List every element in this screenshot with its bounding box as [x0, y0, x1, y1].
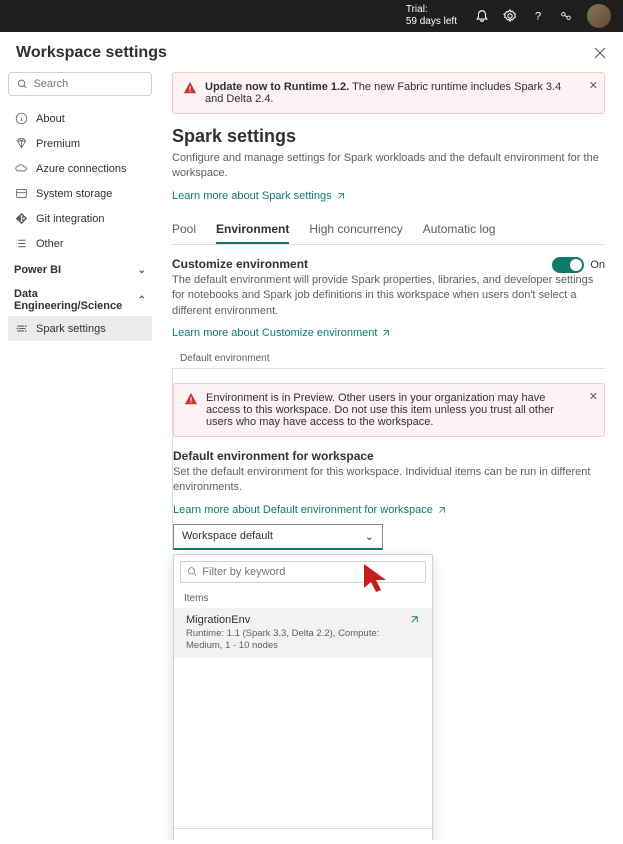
chevron-down-icon: ⌄ — [365, 530, 374, 543]
warning-icon — [183, 81, 197, 105]
tabs: Pool Environment High concurrency Automa… — [172, 216, 605, 245]
search-input[interactable] — [8, 72, 152, 96]
external-link-icon[interactable] — [409, 614, 420, 625]
sidebar-label: Other — [36, 238, 64, 250]
environment-dropdown: Items MigrationEnv Runtime: 1.1 (Spark 3… — [173, 554, 433, 840]
info-icon — [14, 112, 28, 125]
trial-label: Trial: — [406, 4, 457, 16]
chevron-up-icon: ⌃ — [138, 295, 146, 306]
sidebar-label: Azure connections — [36, 163, 127, 175]
header-row: Workspace settings — [0, 32, 623, 72]
section-powerbi[interactable]: Power BI ⌄ — [8, 256, 152, 280]
alert-text: Environment is in Preview. Other users i… — [206, 392, 580, 428]
dropdown-item-name: MigrationEnv — [186, 614, 403, 626]
select-value: Workspace default — [182, 530, 273, 542]
dropdown-item-migrationenv[interactable]: MigrationEnv Runtime: 1.1 (Spark 3.3, De… — [174, 608, 432, 659]
sidebar-label: Git integration — [36, 213, 104, 225]
section-data-engineering[interactable]: Data Engineering/Science ⌃ — [8, 280, 152, 316]
trial-days: 59 days left — [406, 16, 457, 28]
help-icon[interactable]: ? — [531, 9, 545, 23]
section-label: Power BI — [14, 264, 61, 276]
tab-pool[interactable]: Pool — [172, 216, 196, 244]
dropdown-group-label: Items — [174, 589, 432, 608]
sidebar: About Premium Azure connections System s… — [0, 72, 160, 840]
storage-icon — [14, 187, 28, 200]
alert-close-button[interactable]: ✕ — [589, 79, 598, 92]
sidebar-label: Premium — [36, 138, 80, 150]
dropdown-item-sub: Runtime: 1.1 (Spark 3.3, Delta 2.2), Com… — [186, 628, 403, 653]
chevron-down-icon: ⌄ — [138, 265, 146, 276]
environment-select[interactable]: Workspace default ⌄ — [173, 524, 383, 550]
gear-icon[interactable] — [503, 9, 517, 23]
spark-icon — [14, 322, 28, 335]
sidebar-item-about[interactable]: About — [8, 106, 152, 131]
customize-desc: The default environment will provide Spa… — [172, 273, 605, 319]
section-title: Spark settings — [172, 126, 605, 147]
external-link-icon — [437, 505, 447, 515]
tab-high-concurrency[interactable]: High concurrency — [309, 216, 402, 244]
tab-automatic-log[interactable]: Automatic log — [423, 216, 496, 244]
close-button[interactable] — [593, 46, 607, 60]
git-icon — [14, 212, 28, 225]
cloud-icon — [14, 162, 28, 175]
default-env-desc: Set the default environment for this wor… — [173, 465, 605, 496]
sidebar-item-storage[interactable]: System storage — [8, 181, 152, 206]
trial-info: Trial: 59 days left — [406, 4, 457, 28]
default-env-title: Default environment for workspace — [173, 449, 605, 463]
sidebar-label: System storage — [36, 188, 112, 200]
sidebar-item-premium[interactable]: Premium — [8, 131, 152, 156]
sidebar-item-git[interactable]: Git integration — [8, 206, 152, 231]
customize-toggle[interactable]: On — [552, 257, 605, 273]
toggle-label: On — [590, 259, 605, 271]
section-label: Data Engineering/Science — [14, 288, 138, 312]
runtime-alert: Update now to Runtime 1.2. The new Fabri… — [172, 72, 605, 114]
alert-text: Update now to Runtime 1.2. The new Fabri… — [205, 81, 580, 105]
list-icon — [14, 237, 28, 250]
svg-text:?: ? — [535, 11, 541, 23]
avatar[interactable] — [587, 4, 611, 28]
section-desc: Configure and manage settings for Spark … — [172, 151, 605, 182]
sidebar-item-azure[interactable]: Azure connections — [8, 156, 152, 181]
sidebar-label: Spark settings — [36, 323, 106, 335]
tab-environment[interactable]: Environment — [216, 216, 289, 244]
alert-close-button[interactable]: ✕ — [589, 390, 598, 403]
new-environment-button[interactable]: New Environment — [174, 828, 432, 840]
feedback-icon[interactable] — [559, 9, 573, 23]
notification-icon[interactable] — [475, 9, 489, 23]
sidebar-label: About — [36, 113, 65, 125]
external-link-icon — [381, 328, 391, 338]
external-link-icon — [336, 191, 346, 201]
learn-default-env-link[interactable]: Learn more about Default environment for… — [173, 504, 447, 516]
sidebar-item-spark-settings[interactable]: Spark settings — [8, 316, 152, 341]
page-title: Workspace settings — [16, 44, 167, 62]
customize-title: Customize environment — [172, 257, 308, 271]
sidebar-item-other[interactable]: Other — [8, 231, 152, 256]
top-bar: Trial: 59 days left ? — [0, 0, 623, 32]
learn-spark-link[interactable]: Learn more about Spark settings — [172, 190, 346, 202]
warning-icon — [184, 392, 198, 428]
main-content: Update now to Runtime 1.2. The new Fabri… — [160, 72, 623, 840]
diamond-icon — [14, 137, 28, 150]
fieldset-label: Default environment — [180, 353, 605, 364]
learn-customize-link[interactable]: Learn more about Customize environment — [172, 327, 391, 339]
dropdown-filter[interactable] — [180, 561, 426, 583]
preview-alert: Environment is in Preview. Other users i… — [173, 383, 605, 437]
